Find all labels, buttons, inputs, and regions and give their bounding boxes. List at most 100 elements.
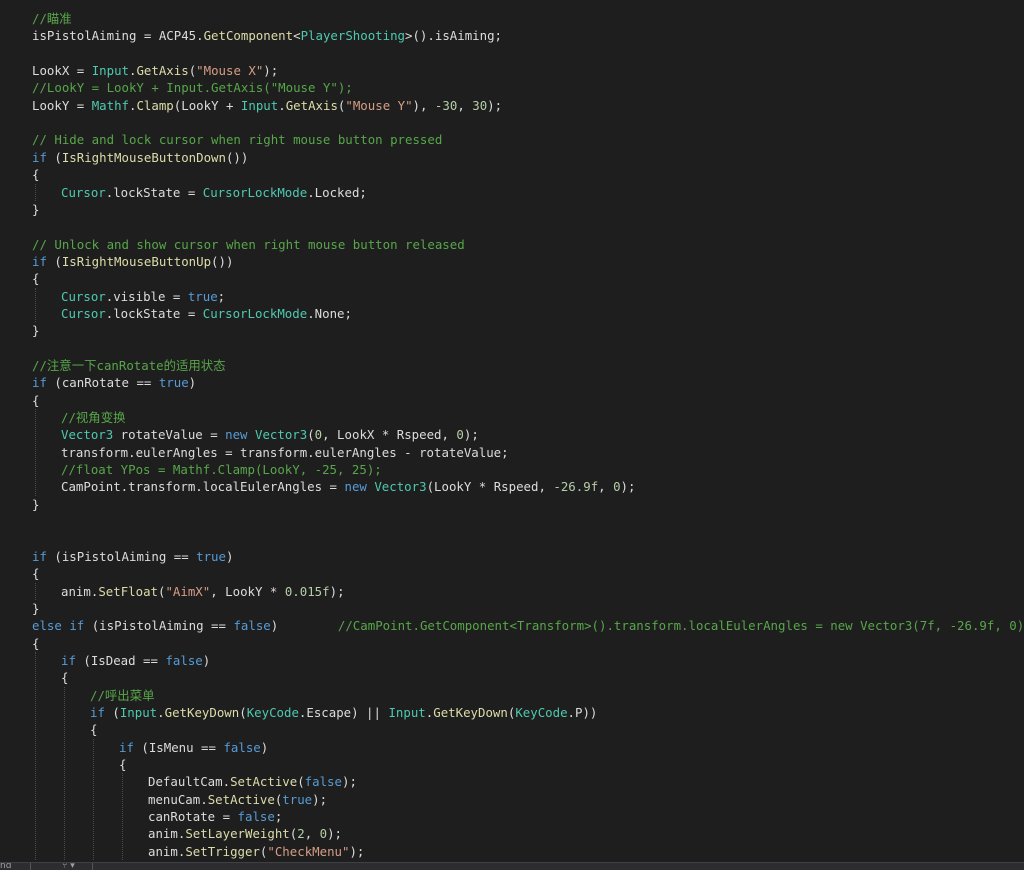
code-token: ); xyxy=(487,97,503,113)
code-line[interactable]: } xyxy=(32,496,39,513)
code-token: (IsDead == xyxy=(75,652,166,668)
code-token: LookX = xyxy=(32,63,92,79)
code-line[interactable]: } xyxy=(32,201,39,218)
code-token: CursorLockMode xyxy=(202,305,308,321)
code-token: "Mouse Y" xyxy=(345,97,413,113)
status-bar-text: nd xyxy=(0,862,12,870)
code-token: ( xyxy=(307,427,315,443)
code-token: IsRightMouseButtonUp xyxy=(61,253,212,269)
code-line[interactable]: Cursor.visible = true; xyxy=(61,288,225,305)
code-token: new xyxy=(344,479,367,495)
code-line[interactable]: LookY = Mathf.Clamp(LookY + Input.GetAxi… xyxy=(32,97,502,114)
code-line[interactable]: //瞄准 xyxy=(32,10,72,27)
code-line[interactable]: { xyxy=(32,166,39,183)
code-token: if xyxy=(61,652,76,668)
code-token: ) xyxy=(188,375,197,391)
code-editor[interactable]: //瞄准 isPistolAiming = ACP45.GetComponent<… xyxy=(0,0,1024,870)
code-line[interactable]: { xyxy=(32,392,39,409)
code-line[interactable]: //float YPos = Mathf.Clamp(LookY, -25, 2… xyxy=(61,461,382,478)
code-line[interactable]: menuCam.SetActive(true); xyxy=(148,791,327,808)
code-line[interactable]: // Unlock and show cursor when right mou… xyxy=(32,236,465,253)
code-line[interactable]: { xyxy=(32,635,39,652)
code-token: Input xyxy=(388,705,426,720)
code-token: ) xyxy=(270,618,338,634)
code-line[interactable]: //注意一下canRotate的适用状态 xyxy=(32,357,226,374)
indent-guide xyxy=(35,582,36,600)
code-comment: //呼出菜单 xyxy=(90,687,155,703)
code-comment: //瞄准 xyxy=(32,11,72,26)
code-token: ); xyxy=(341,774,357,790)
code-line[interactable]: if (IsRightMouseButtonDown()) xyxy=(32,149,248,166)
code-line[interactable]: { xyxy=(32,565,39,582)
indent-guide xyxy=(35,183,36,201)
code-line[interactable]: anim.SetFloat("AimX", LookY * 0.015f); xyxy=(61,583,345,600)
code-line[interactable]: isPistolAiming = ACP45.GetComponent<Play… xyxy=(32,27,502,44)
code-token: Vector3 xyxy=(254,427,308,443)
code-token: (canRotate == xyxy=(46,375,159,391)
code-token: .visible = xyxy=(105,288,188,304)
code-line[interactable]: { xyxy=(32,270,39,287)
code-line[interactable]: DefaultCam.SetActive(false); xyxy=(148,773,357,790)
code-token: SetActive xyxy=(230,774,298,790)
code-line[interactable]: //视角变换 xyxy=(61,409,125,426)
code-line[interactable]: if (IsDead == false) xyxy=(61,652,210,669)
code-line[interactable]: Cursor.lockState = CursorLockMode.None; xyxy=(61,305,352,322)
code-token: ( xyxy=(239,705,247,720)
code-comment: //CamPoint.GetComponent<Transform>().tra… xyxy=(337,618,1024,634)
code-line[interactable]: //LookY = LookY + Input.GetAxis("Mouse Y… xyxy=(32,79,353,96)
code-line[interactable]: if (IsRightMouseButtonUp()) xyxy=(32,253,233,270)
code-token: (LookY + xyxy=(173,97,241,113)
code-line[interactable]: //呼出菜单 xyxy=(90,687,154,704)
code-token: KeyCode xyxy=(246,705,299,720)
code-line[interactable]: // Hide and lock cursor when right mouse… xyxy=(32,131,442,148)
branch-icon[interactable]: ⑂ ▾ xyxy=(62,863,75,870)
code-line[interactable]: Vector3 rotateValue = new Vector3(0, Loo… xyxy=(61,426,479,443)
code-token: transform.eulerAngles = transform.eulerA… xyxy=(61,444,509,460)
code-token: Input xyxy=(240,97,279,113)
code-token: SetFloat xyxy=(98,583,158,599)
code-token: Mathf xyxy=(91,97,129,113)
code-line[interactable]: if (canRotate == true) xyxy=(32,374,196,391)
code-line[interactable]: LookX = Input.GetAxis("Mouse X"); xyxy=(32,62,278,79)
code-line[interactable]: else if (isPistolAiming == false) //CamP… xyxy=(32,617,1024,634)
code-line[interactable]: Cursor.lockState = CursorLockMode.Locked… xyxy=(61,184,367,201)
code-token: Input xyxy=(119,705,158,720)
code-token: 30 xyxy=(472,97,488,113)
code-token: CursorLockMode xyxy=(202,184,308,200)
code-line[interactable]: if (isPistolAiming == true) xyxy=(32,548,233,565)
code-token: true xyxy=(282,791,313,807)
code-token: GetComponent xyxy=(203,28,294,44)
code-line[interactable]: CamPoint.transform.localEulerAngles = ne… xyxy=(61,478,635,495)
code-token: anim. xyxy=(148,826,186,842)
code-token: true xyxy=(196,548,226,564)
code-token: ), xyxy=(412,97,435,113)
code-token: { xyxy=(90,722,98,738)
code-token: .P)) xyxy=(567,705,598,720)
code-token: PlayerShooting xyxy=(300,28,406,44)
code-token: .lockState = xyxy=(105,184,203,200)
code-token: } xyxy=(32,323,40,339)
code-token: menuCam. xyxy=(148,791,208,807)
code-line[interactable]: { xyxy=(61,669,68,686)
code-line[interactable]: anim.SetTrigger("CheckMenu"); xyxy=(148,843,364,860)
code-line[interactable]: transform.eulerAngles = transform.eulerA… xyxy=(61,444,509,461)
indent-guide xyxy=(35,651,36,861)
code-token: ); xyxy=(349,843,365,859)
indent-guide xyxy=(122,773,123,861)
code-token: , xyxy=(598,479,614,495)
code-token: , LookY * xyxy=(210,583,285,599)
code-token: ( xyxy=(104,705,120,720)
code-token: "CheckMenu" xyxy=(267,843,350,859)
code-line[interactable]: canRotate = false; xyxy=(148,808,282,825)
code-line[interactable]: anim.SetLayerWeight(2, 0); xyxy=(148,825,342,842)
code-token: ()) xyxy=(225,149,249,165)
code-line[interactable]: { xyxy=(90,721,97,738)
code-token: ; xyxy=(217,288,226,304)
code-line[interactable]: } xyxy=(32,600,39,617)
code-line[interactable]: } xyxy=(32,322,39,339)
code-line[interactable]: if (IsMenu == false) xyxy=(119,739,268,756)
code-line[interactable]: { xyxy=(119,756,126,773)
code-line[interactable]: if (Input.GetKeyDown(KeyCode.Escape) || … xyxy=(90,704,597,721)
code-token: LookY = xyxy=(32,97,92,113)
code-token: { xyxy=(61,670,69,686)
